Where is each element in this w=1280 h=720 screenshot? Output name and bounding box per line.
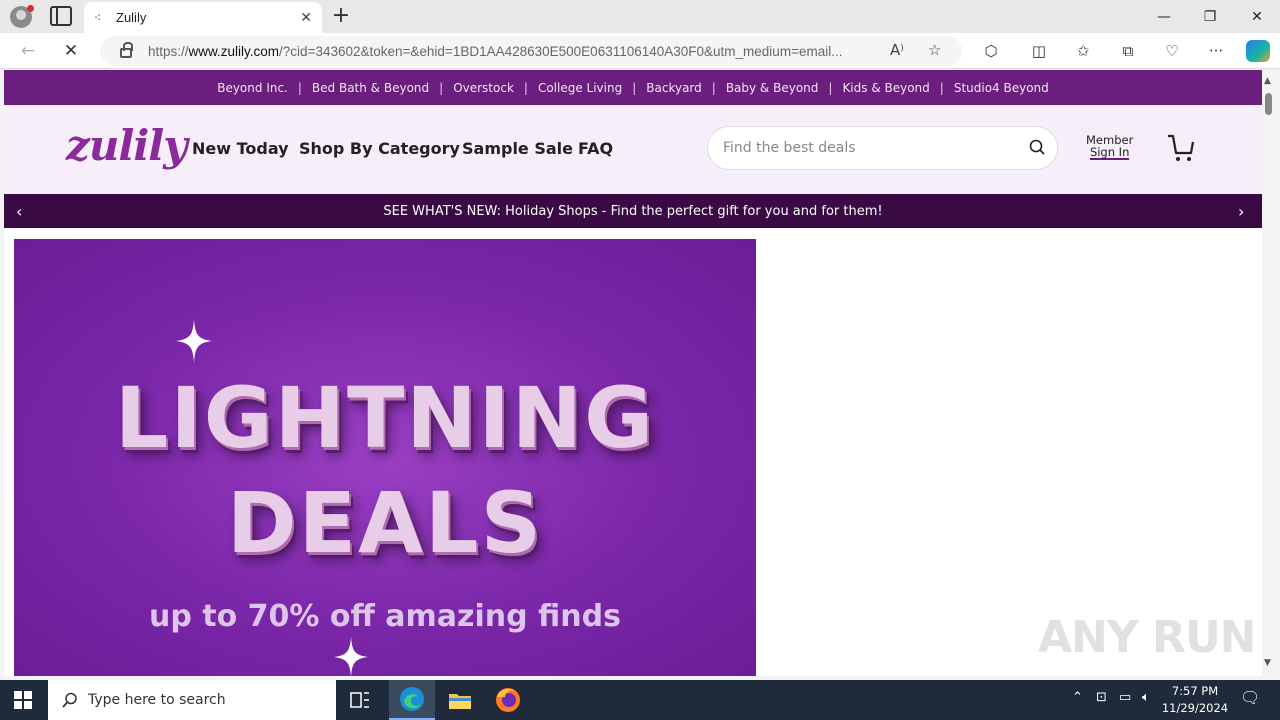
collections-icon[interactable]: ⧉ (1117, 40, 1139, 62)
sign-in-label: Sign In (1089, 145, 1130, 160)
system-clock[interactable]: 7:57 PM 11/29/2024 (1160, 683, 1230, 717)
copilot-icon[interactable] (1246, 40, 1270, 62)
more-icon[interactable]: ··· (1205, 40, 1227, 62)
network-icon[interactable]: ▭ (1119, 690, 1131, 705)
chevron-left-icon[interactable]: ‹ (16, 202, 22, 221)
partner-link-studio4-beyond[interactable]: Studio4 Beyond (954, 81, 1049, 95)
windows-start-icon[interactable] (14, 691, 32, 709)
notification-icon[interactable]: 🗨︎ (1240, 688, 1260, 707)
zulily-logo[interactable]: zulily (66, 121, 188, 170)
favorite-star-icon[interactable]: ☆ (928, 41, 941, 59)
browser-tab-bar: ⁖ Zulily ✕ + — ❐ ✕ (0, 0, 1280, 33)
scroll-up-icon[interactable]: ▲ (1264, 76, 1271, 86)
back-icon[interactable]: ← (14, 39, 42, 63)
partner-link-bed-bath-beyond[interactable]: Bed Bath & Beyond (312, 81, 429, 95)
address-bar[interactable]: https://www.zulily.com/?cid=343602&token… (100, 36, 962, 66)
lightning-deals-hero[interactable]: LIGHTNING DEALS up to 70% off amazing fi… (14, 239, 756, 676)
tab-zulily[interactable]: ⁖ Zulily ✕ (84, 2, 322, 33)
hero-subtitle: up to 70% off amazing finds (149, 599, 621, 634)
edge-taskbar-button[interactable] (389, 680, 435, 720)
hero-title-line2: DEALS (226, 474, 544, 572)
meet-now-icon[interactable]: ⊡ (1096, 690, 1107, 705)
search-input[interactable] (723, 140, 1013, 156)
partner-link-college-living[interactable]: College Living (538, 81, 622, 95)
search-icon[interactable] (1029, 139, 1045, 155)
partner-links-bar: Beyond Inc. | Bed Bath & Beyond | Overstoc… (4, 70, 1262, 105)
clock-date: 11/29/2024 (1161, 701, 1229, 715)
sparkle-icon (334, 636, 368, 676)
minimize-button[interactable]: — (1141, 0, 1187, 33)
anyrun-watermark: ANY RUN (1038, 612, 1256, 663)
file-explorer-icon[interactable] (446, 686, 474, 714)
read-aloud-icon[interactable]: A⁾ (890, 41, 904, 59)
page-scrollbar[interactable] (1262, 70, 1276, 676)
browser-essentials-icon[interactable]: ♡ (1161, 40, 1183, 62)
split-screen-icon[interactable]: ◫ (1028, 40, 1050, 62)
volume-icon[interactable]: 🔈︎ (1142, 690, 1150, 705)
search-box (707, 126, 1058, 170)
lock-icon[interactable] (120, 42, 133, 58)
stop-loading-icon[interactable]: ✕ (57, 39, 85, 63)
restore-button[interactable]: ❐ (1187, 0, 1233, 33)
sparkle-icon (176, 319, 212, 363)
partner-link-kids-beyond[interactable]: Kids & Beyond (842, 81, 929, 95)
browser-toolbar: ← ✕ https://www.zulily.com/?cid=343602&t… (0, 33, 1280, 69)
firefox-icon[interactable] (494, 686, 522, 714)
scroll-down-icon[interactable]: ▼ (1264, 658, 1271, 668)
cart-icon[interactable] (1167, 133, 1195, 163)
partner-link-baby-beyond[interactable]: Baby & Beyond (726, 81, 819, 95)
extensions-icon[interactable]: ⬡ (980, 40, 1002, 62)
window-close-button[interactable]: ✕ (1234, 0, 1280, 33)
clock-time: 7:57 PM (1171, 684, 1219, 698)
partner-link-overstock[interactable]: Overstock (453, 81, 514, 95)
taskbar-search-placeholder: Type here to search (88, 692, 226, 708)
nav-shop-by-category[interactable]: Shop By Category (299, 139, 460, 158)
notification-dot (27, 5, 34, 12)
scroll-thumb[interactable] (1265, 93, 1272, 115)
nav-new-today[interactable]: New Today (192, 139, 289, 158)
chevron-right-icon[interactable]: › (1238, 202, 1244, 221)
edge-icon (400, 687, 424, 711)
tab-title: Zulily (116, 10, 147, 25)
member-sign-in[interactable]: Member Sign In (1086, 134, 1133, 160)
partner-link-beyond[interactable]: Beyond Inc. (217, 81, 288, 95)
partner-link-backyard[interactable]: Backyard (646, 81, 702, 95)
tab-actions-icon[interactable] (50, 6, 72, 26)
nav-faq[interactable]: FAQ (578, 139, 613, 158)
windows-taskbar: Type here to search (0, 680, 1280, 720)
promo-banner: ‹ SEE WHAT'S NEW: Holiday Shops - Find t… (4, 194, 1262, 228)
page-viewport: Beyond Inc. | Bed Bath & Beyond | Overstoc… (4, 70, 1262, 676)
new-tab-icon[interactable]: + (330, 4, 352, 28)
favorites-icon[interactable]: ✩ (1072, 40, 1094, 62)
close-icon[interactable]: ✕ (300, 10, 312, 26)
hero-title-line1: LIGHTNING (114, 369, 656, 467)
loading-spinner-icon: ⁖ (94, 10, 102, 25)
site-header: zulily New Today Shop By Category Sample… (4, 105, 1262, 194)
chevron-up-icon[interactable]: ⌃ (1072, 690, 1083, 705)
taskbar-search-box[interactable]: Type here to search (48, 680, 336, 720)
task-view-icon[interactable] (346, 686, 374, 714)
search-icon (62, 692, 77, 708)
nav-sample-sale[interactable]: Sample Sale (462, 139, 573, 158)
promo-text[interactable]: SEE WHAT'S NEW: Holiday Shops - Find the… (383, 204, 882, 219)
url-text[interactable]: https://www.zulily.com/?cid=343602&token… (148, 44, 883, 59)
